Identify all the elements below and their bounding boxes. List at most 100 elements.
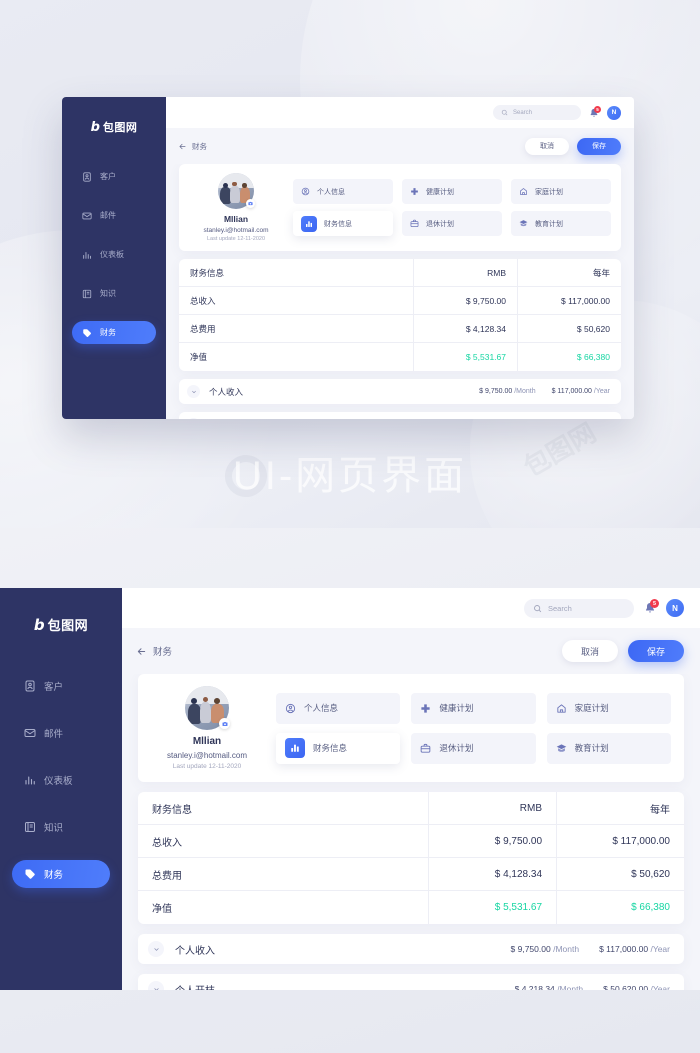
search-icon [534, 604, 542, 612]
yearly-unit: /Year [593, 388, 610, 395]
expandable-row-expense[interactable]: 个人开枝 $ 4,218.34 /Month $ 50,620.00 /Year [179, 412, 621, 419]
avatar-photo-wrap[interactable] [185, 686, 230, 730]
row-rmb: $ 5,531.67 [428, 891, 556, 924]
sidebar-item-dashboard[interactable]: 仪表板 [72, 243, 156, 266]
notifications-button[interactable]: 5 [589, 105, 601, 118]
sidebar-item-finance[interactable]: 财务 [12, 860, 110, 888]
table-row: 净值 $ 5,531.67 $ 66,380 [138, 891, 684, 924]
search-input[interactable]: Search [493, 105, 581, 120]
plan-health[interactable]: 健康计划 [402, 179, 502, 204]
profile-name: Mllian [223, 214, 249, 224]
book-icon [24, 821, 36, 833]
monthly-value: $ 9,750.00 [510, 944, 551, 954]
sidebar-item-customers[interactable]: 客户 [72, 165, 156, 188]
yearly-value-group: $ 117,000.00 /Year [599, 944, 670, 954]
save-button[interactable]: 保存 [628, 640, 684, 662]
yearly-value-group: $ 117,000.00 /Year [552, 388, 610, 395]
search-placeholder: Search [548, 603, 572, 613]
plan-health[interactable]: 健康计划 [411, 692, 536, 724]
plan-family[interactable]: 家庭计划 [511, 179, 611, 204]
row-rmb: $ 9,750.00 [413, 287, 517, 314]
sidebar-nav: 客户 邮件 仪表板 知识 财务 [0, 672, 122, 888]
plan-family[interactable]: 家庭计划 [546, 692, 671, 724]
expandable-values: $ 9,750.00 /Month $ 117,000.00 /Year [511, 944, 684, 954]
sidebar-item-customers[interactable]: 客户 [12, 672, 110, 700]
avatar-photo-wrap[interactable] [218, 173, 255, 209]
sidebar-item-knowledge[interactable]: 知识 [12, 813, 110, 841]
sidebar-item-mail[interactable]: 邮件 [12, 719, 110, 747]
brand-logo: b 包图网 [0, 615, 122, 634]
yearly-unit: /Year [650, 984, 670, 990]
search-icon [501, 109, 508, 116]
search-input[interactable]: Search [524, 598, 634, 618]
plan-label: 教育计划 [574, 743, 609, 753]
sidebar-item-label: 仪表板 [44, 776, 73, 787]
book-icon [82, 289, 92, 299]
sidebar-item-label: 仪表板 [100, 250, 124, 259]
table-header-label: 财务信息 [152, 804, 192, 816]
topbar: Search 5 N [122, 588, 700, 628]
cancel-button[interactable]: 取消 [562, 640, 618, 662]
monthly-value-group: $ 9,750.00 /Month [479, 388, 535, 395]
plan-finance-info[interactable]: 财务信息 [293, 211, 393, 236]
sidebar: b 包图网 客户 邮件 仪表板 知识 财务 [62, 97, 166, 419]
table-header-row: 财务信息 RMB 每年 [179, 259, 621, 287]
chevron-down-icon[interactable] [148, 941, 164, 957]
chart-icon [82, 250, 92, 260]
plan-education[interactable]: 教育计划 [511, 211, 611, 236]
content: Mllian stanley.i@hotmail.com Last update… [122, 674, 700, 990]
chevron-down-icon[interactable] [187, 385, 200, 398]
main-area: Search 5 N 财务 取消 保存 Mllian stanley.i@hot… [166, 97, 634, 419]
plan-personal-info[interactable]: 个人信息 [293, 179, 393, 204]
avatar[interactable]: N [666, 599, 684, 617]
notification-badge: 5 [650, 599, 659, 608]
plan-finance-info[interactable]: 财务信息 [276, 732, 401, 764]
sidebar-item-knowledge[interactable]: 知识 [72, 282, 156, 305]
table-row: 净值 $ 5,531.67 $ 66,380 [179, 343, 621, 371]
sidebar-item-label: 客户 [100, 172, 116, 181]
table-row: 总收入 $ 9,750.00 $ 117,000.00 [179, 287, 621, 315]
table-header-rmb: RMB [428, 792, 556, 824]
row-label: 总费用 [152, 870, 182, 882]
breadcrumb[interactable]: 财务 [178, 141, 207, 152]
sidebar-item-mail[interactable]: 邮件 [72, 204, 156, 227]
breadcrumb[interactable]: 财务 [136, 644, 172, 658]
plan-education[interactable]: 教育计划 [546, 732, 671, 764]
table-row: 总费用 $ 4,128.34 $ 50,620 [179, 315, 621, 343]
sidebar-nav: 客户 邮件 仪表板 知识 财务 [62, 165, 166, 344]
avatar[interactable]: N [607, 105, 621, 120]
expandable-values: $ 4,218.34 /Month $ 50,620.00 /Year [515, 984, 684, 990]
sidebar-item-label: 财务 [44, 870, 64, 881]
cancel-button[interactable]: 取消 [525, 137, 569, 155]
expandable-row-income[interactable]: 个人收入 $ 9,750.00 /Month $ 117,000.00 /Yea… [179, 379, 621, 404]
camera-icon[interactable] [246, 199, 255, 208]
save-button[interactable]: 保存 [577, 137, 621, 155]
expandable-row-expense[interactable]: 个人开枝 $ 4,218.34 /Month $ 50,620.00 /Year [138, 974, 684, 990]
sidebar-item-dashboard[interactable]: 仪表板 [12, 766, 110, 794]
arrow-left-icon [137, 647, 146, 655]
sidebar-item-label: 客户 [44, 682, 64, 693]
app-window-preview: b 包图网 客户 邮件 仪表板 知识 财务 Search 5 N 财务 取消 保… [62, 97, 634, 419]
chevron-down-icon[interactable] [187, 418, 200, 419]
app-window-fullsize: b 包图网 客户 邮件 仪表板 知识 财务 Search 5 N 财务 取消 保… [0, 588, 700, 990]
monthly-unit: /Month [553, 944, 580, 954]
profile-name: Mllian [192, 736, 222, 747]
brand-logo: b 包图网 [62, 119, 166, 135]
logo-mark-icon: b [90, 119, 100, 135]
notifications-button[interactable]: 5 [644, 599, 659, 614]
user-icon [82, 171, 92, 182]
breadcrumb-label: 财务 [192, 141, 207, 151]
expandable-row-income[interactable]: 个人收入 $ 9,750.00 /Month $ 117,000.00 /Yea… [138, 934, 684, 964]
logo-mark-icon: b [33, 615, 45, 634]
sidebar-item-finance[interactable]: 财务 [72, 321, 156, 344]
plan-label: 退休计划 [439, 743, 474, 753]
plan-retirement[interactable]: 退休计划 [411, 732, 536, 764]
finance-table: 财务信息 RMB 每年 总收入 $ 9,750.00 $ 117,000.00 … [179, 259, 621, 371]
row-yearly: $ 117,000.00 [556, 825, 684, 857]
chevron-down-icon[interactable] [148, 981, 164, 990]
plan-personal-info[interactable]: 个人信息 [276, 692, 401, 724]
plan-retirement[interactable]: 退休计划 [402, 211, 502, 236]
table-row: 总费用 $ 4,128.34 $ 50,620 [138, 858, 684, 891]
profile-email: stanley.i@hotmail.com [167, 751, 247, 760]
camera-icon[interactable] [219, 718, 230, 729]
